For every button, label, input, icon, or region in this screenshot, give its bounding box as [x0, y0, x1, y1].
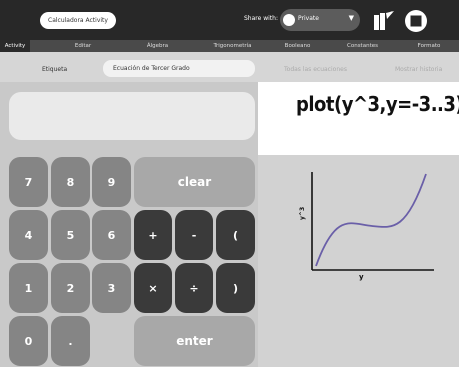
- share-select[interactable]: Private ▼: [280, 9, 360, 31]
- key-9[interactable]: 9: [92, 157, 131, 207]
- tab-constantes[interactable]: Constantes: [335, 40, 390, 52]
- tab-trigonometria[interactable]: Trigonometría: [200, 40, 265, 52]
- y-axis-label: y^3: [299, 207, 306, 220]
- keep-icon[interactable]: [372, 10, 396, 32]
- show-history-button[interactable]: Mostrar historia: [395, 66, 442, 73]
- cubic-plot: y y^3: [299, 172, 434, 281]
- stop-icon[interactable]: [404, 9, 428, 33]
- chevron-down-icon: ▼: [348, 14, 354, 22]
- x-axis-label: y: [359, 273, 364, 281]
- key-2[interactable]: 2: [51, 263, 90, 313]
- private-icon: [283, 14, 295, 26]
- tab-formato[interactable]: Formato: [404, 40, 454, 52]
- label-caption: Etiqueta: [42, 66, 68, 73]
- right-paren-button[interactable]: ): [216, 263, 255, 313]
- plus-button[interactable]: +: [134, 210, 172, 260]
- tab-bar: Activity Editar Álgebra Trigonometría Bo…: [0, 40, 459, 52]
- key-3[interactable]: 3: [92, 263, 131, 313]
- tab-algebra[interactable]: Álgebra: [130, 40, 185, 52]
- key-4[interactable]: 4: [9, 210, 48, 260]
- share-label: Share with:: [244, 15, 278, 22]
- divide-button[interactable]: ÷: [175, 263, 213, 313]
- key-7[interactable]: 7: [9, 157, 48, 207]
- left-paren-button[interactable]: (: [216, 210, 255, 260]
- key-decimal[interactable]: .: [51, 316, 90, 366]
- all-equations-button[interactable]: Todas las ecuaciones: [284, 66, 347, 73]
- tab-booleano[interactable]: Booleano: [270, 40, 325, 52]
- key-6[interactable]: 6: [92, 210, 131, 260]
- minus-button[interactable]: -: [175, 210, 213, 260]
- key-0[interactable]: 0: [9, 316, 48, 366]
- plot-curve: [315, 173, 427, 267]
- tab-editar[interactable]: Editar: [58, 40, 108, 52]
- result-expression: plot(y^3,y=-3..3): [296, 92, 459, 116]
- key-8[interactable]: 8: [51, 157, 90, 207]
- key-1[interactable]: 1: [9, 263, 48, 313]
- share-value: Private: [298, 15, 319, 22]
- clear-button[interactable]: clear: [134, 157, 255, 207]
- key-5[interactable]: 5: [51, 210, 90, 260]
- multiply-button[interactable]: ×: [134, 263, 172, 313]
- expression-entry[interactable]: [9, 92, 255, 140]
- activity-name-field[interactable]: Calculadora Activity: [40, 12, 116, 29]
- enter-button[interactable]: enter: [134, 316, 255, 366]
- label-input[interactable]: Ecuación de Tercer Grado: [103, 60, 255, 77]
- tab-activity[interactable]: Activity: [0, 40, 30, 52]
